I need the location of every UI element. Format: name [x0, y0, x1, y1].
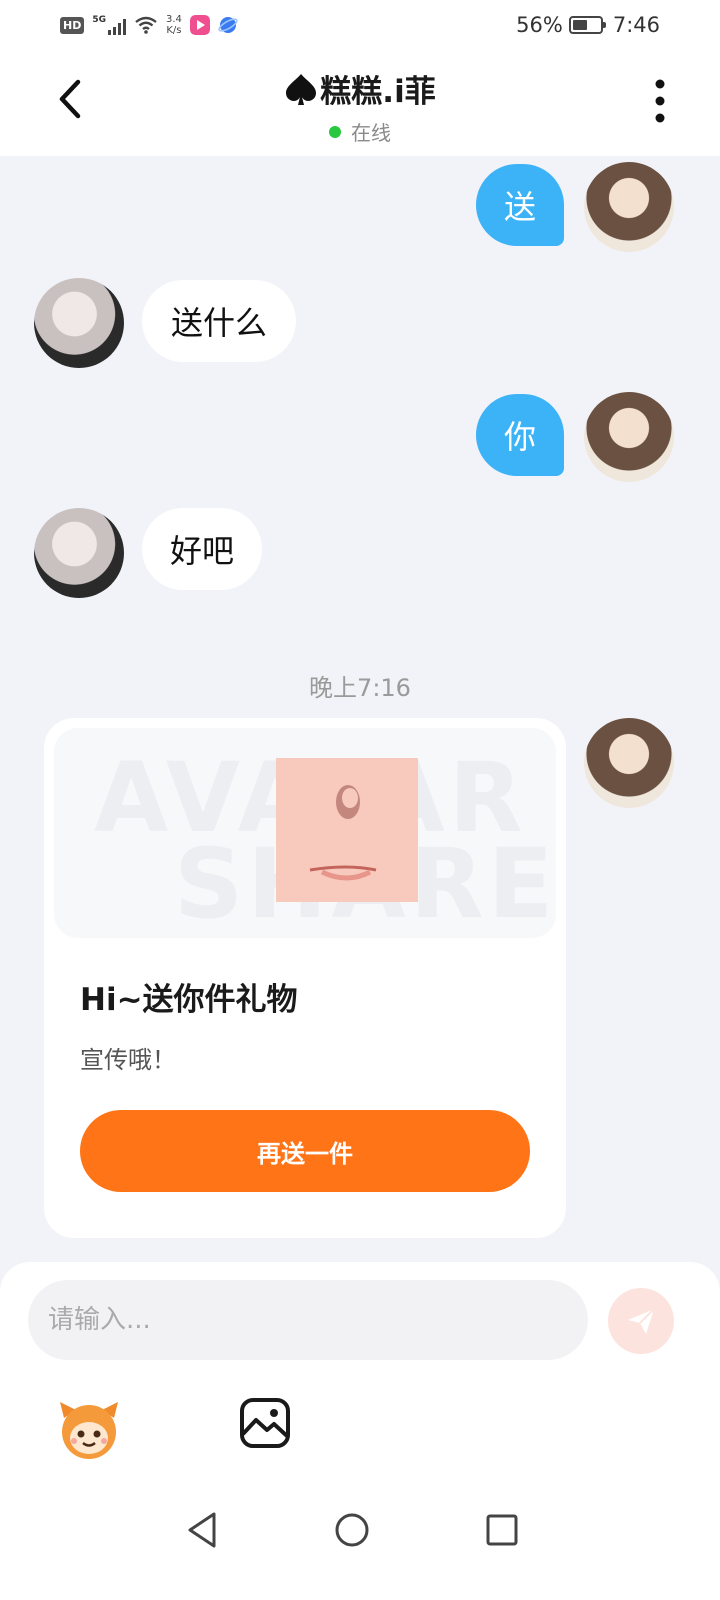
network-speed: 3.4 K/s: [166, 14, 182, 36]
gift-item-image: [276, 758, 418, 902]
message-timestamp: 晚上7:16: [309, 674, 411, 702]
title-block: 糕糕.i菲 在线: [0, 66, 720, 146]
recents-square-icon: [486, 1514, 518, 1546]
system-nav-bar: [0, 1496, 720, 1566]
clock: 7:46: [612, 13, 660, 37]
contact-name-row: 糕糕.i菲: [284, 66, 436, 111]
online-dot: [329, 125, 341, 138]
presence-label: 在线: [351, 121, 391, 145]
presence-status: 在线: [0, 117, 720, 146]
nav-home-button[interactable]: [330, 1508, 374, 1552]
battery-icon: [568, 16, 606, 34]
gift-card[interactable]: AVATAR SHARE Hi~送你件礼物 宣传哦！ 再送一件: [44, 718, 566, 1238]
wifi-icon: [135, 16, 157, 34]
status-bar: HD 5G 3.4 K/s 56% 7:46: [0, 0, 720, 50]
my-avatar[interactable]: [584, 162, 674, 252]
peer-avatar[interactable]: [34, 278, 124, 368]
battery-percent: 56%: [516, 13, 563, 37]
back-triangle-icon: [188, 1512, 216, 1548]
gift-title: Hi~送你件礼物: [80, 982, 298, 1018]
my-avatar[interactable]: [584, 718, 674, 808]
status-right: 56% 7:46: [516, 13, 660, 37]
image-picker-button[interactable]: [238, 1396, 292, 1450]
emoji-sticker-icon: [60, 1402, 118, 1459]
peer-avatar[interactable]: [34, 508, 124, 598]
video-app-icon: [189, 15, 210, 35]
image-icon: [240, 1398, 290, 1448]
more-vertical-icon: [655, 79, 665, 123]
speed-unit: K/s: [166, 25, 182, 36]
message-bubble-mine[interactable]: 送: [476, 164, 564, 246]
spade-icon: [286, 73, 317, 105]
gift-preview[interactable]: AVATAR SHARE: [54, 728, 556, 938]
speed-value: 3.4: [166, 14, 182, 25]
nav-recents-button[interactable]: [480, 1508, 524, 1552]
gift-subtitle: 宣传哦！: [80, 1046, 176, 1074]
message-bubble-peer[interactable]: 好吧: [142, 508, 262, 590]
hd-badge: HD: [60, 16, 85, 34]
send-button[interactable]: [608, 1288, 674, 1354]
browser-app-icon: [218, 17, 238, 33]
send-again-button[interactable]: 再送一件: [80, 1110, 530, 1192]
more-options-button[interactable]: [650, 78, 670, 124]
message-input[interactable]: [28, 1280, 588, 1360]
nav-back-button[interactable]: [182, 1508, 226, 1552]
chat-header: 糕糕.i菲 在线: [0, 50, 720, 156]
sticker-button[interactable]: [54, 1396, 124, 1462]
status-left: HD 5G 3.4 K/s: [60, 14, 238, 36]
send-icon: [628, 1308, 655, 1334]
battery-fill: [572, 20, 588, 30]
message-bubble-mine[interactable]: 你: [476, 394, 564, 476]
contact-name: 糕糕.i菲: [320, 74, 436, 110]
my-avatar[interactable]: [584, 392, 674, 482]
signal-icon: 5G: [92, 15, 126, 35]
signal-label: 5G: [92, 15, 106, 25]
message-bubble-peer[interactable]: 送什么: [142, 280, 296, 362]
home-circle-icon: [335, 1513, 369, 1547]
